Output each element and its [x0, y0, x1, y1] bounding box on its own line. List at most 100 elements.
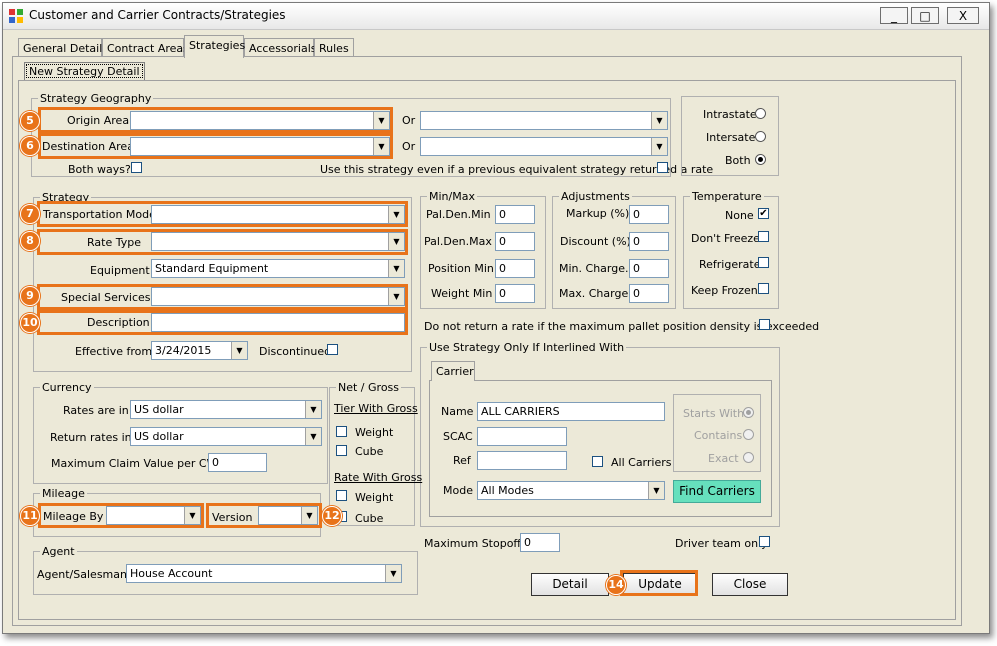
close-window-button[interactable]: X [947, 7, 979, 24]
position-min-field[interactable]: 0 [495, 259, 535, 278]
mode-combo[interactable]: All Modes ▼ [477, 481, 665, 500]
tab-carrier[interactable]: Carrier [431, 361, 475, 381]
rates-currency-combo[interactable]: US dollar ▼ [130, 400, 322, 419]
effective-from-label: Effective from [75, 345, 153, 358]
chevron-down-icon[interactable]: ▼ [651, 138, 667, 155]
temp-none-label: None [725, 209, 754, 222]
step-badge-6: 6 [20, 136, 40, 156]
chevron-down-icon[interactable]: ▼ [385, 565, 401, 582]
tab-accessorials[interactable]: Accessorials [244, 38, 317, 57]
step-badge-14: 14 [606, 575, 626, 595]
pal-den-min-field[interactable]: 0 [495, 205, 535, 224]
pal-den-max-field[interactable]: 0 [495, 232, 535, 251]
maximize-button[interactable]: □ [911, 7, 939, 24]
chevron-down-icon[interactable]: ▼ [651, 112, 667, 129]
rate-cube-label: Cube [355, 512, 384, 525]
mileage-legend: Mileage [42, 487, 85, 500]
scac-field[interactable] [477, 427, 567, 446]
step-badge-9: 9 [20, 286, 40, 306]
tab-new-strategy-detail[interactable]: New Strategy Detail [24, 62, 145, 80]
use-strategy-checkbox[interactable] [657, 162, 668, 173]
calendar-dropdown-icon[interactable]: ▼ [231, 342, 247, 359]
pal-den-min-label: Pal.Den.Min [426, 208, 491, 221]
step-badge-10: 10 [20, 313, 40, 333]
tier-weight-checkbox[interactable] [336, 426, 347, 437]
position-min-label: Position Min [428, 262, 494, 275]
highlight-origin-area [38, 107, 393, 133]
scac-label: SCAC [443, 430, 473, 443]
starts-with-radio[interactable] [743, 407, 754, 418]
discontinued-checkbox[interactable] [327, 344, 338, 355]
agent-salesman-combo[interactable]: House Account ▼ [126, 564, 402, 583]
min-charge-field[interactable]: 0 [629, 259, 669, 278]
step-badge-5: 5 [20, 111, 40, 131]
find-carriers-button[interactable]: Find Carriers [673, 480, 761, 503]
interline-legend: Use Strategy Only If Interlined With [429, 341, 625, 354]
effective-from-datepicker[interactable]: 3/24/2015 ▼ [151, 341, 248, 360]
or-label: Or [402, 114, 416, 127]
chevron-down-icon[interactable]: ▼ [648, 482, 664, 499]
max-stopoffs-field[interactable]: 0 [520, 533, 560, 552]
currency-legend: Currency [42, 381, 92, 394]
chevron-down-icon[interactable]: ▼ [305, 428, 321, 445]
or-label: Or [402, 140, 416, 153]
use-strategy-label: Use this strategy even if a previous equ… [320, 163, 714, 176]
tab-strategies[interactable]: Strategies [184, 35, 245, 58]
rate-weight-checkbox[interactable] [336, 490, 347, 501]
max-charge-field[interactable]: 0 [629, 284, 669, 303]
mode-label: Mode [443, 484, 473, 497]
temp-none-checkbox[interactable]: ✔ [758, 208, 769, 219]
intersate-label: Intersate [706, 131, 756, 144]
both-radio[interactable] [755, 154, 766, 165]
rate-weight-label: Weight [355, 491, 394, 504]
driver-team-label: Driver team only [675, 537, 768, 550]
refrigerate-label: Refrigerate [699, 258, 761, 271]
keep-frozen-checkbox[interactable] [758, 283, 769, 294]
intersate-radio[interactable] [755, 131, 766, 142]
max-stopoffs-label: Maximum Stopoffs [424, 537, 527, 550]
pallet-density-checkbox[interactable] [759, 319, 770, 330]
strategy-geography-legend: Strategy Geography [40, 92, 152, 105]
weight-min-field[interactable]: 0 [495, 284, 535, 303]
dont-freeze-label: Don't Freeze [691, 232, 760, 245]
ref-field[interactable] [477, 451, 567, 470]
highlight-special-services [37, 284, 408, 310]
refrigerate-checkbox[interactable] [758, 257, 769, 268]
detail-button[interactable]: Detail [531, 573, 609, 596]
chevron-down-icon[interactable]: ▼ [388, 260, 404, 277]
carrier-name-field[interactable]: ALL CARRIERS [477, 402, 665, 421]
min-charge-label: Min. Charge. [559, 262, 629, 275]
minimize-button[interactable]: _ [880, 7, 908, 24]
driver-team-checkbox[interactable] [759, 536, 770, 547]
tab-rules[interactable]: Rules [314, 38, 354, 57]
return-currency-combo[interactable]: US dollar ▼ [130, 427, 322, 446]
intrastate-radio[interactable] [755, 108, 766, 119]
origin-or-combo[interactable]: ▼ [420, 111, 668, 130]
equipment-combo[interactable]: Standard Equipment ▼ [151, 259, 405, 278]
keep-frozen-label: Keep Frozen [691, 284, 758, 297]
close-button[interactable]: Close [712, 573, 788, 596]
all-carriers-checkbox[interactable] [592, 456, 603, 467]
highlight-version [206, 503, 322, 528]
return-rates-label: Return rates in [50, 431, 132, 444]
max-claim-label: Maximum Claim Value per CWT [51, 457, 225, 470]
app-icon [9, 9, 23, 23]
max-claim-field[interactable]: 0 [208, 453, 267, 472]
markup-field[interactable]: 0 [629, 205, 669, 224]
tab-contract-areas[interactable]: Contract Areas [102, 38, 189, 57]
destination-or-combo[interactable]: ▼ [420, 137, 668, 156]
tier-with-gross-label: Tier With Gross [334, 402, 418, 415]
chevron-down-icon[interactable]: ▼ [305, 401, 321, 418]
tab-general-details[interactable]: General Details [18, 38, 108, 57]
tier-weight-label: Weight [355, 426, 394, 439]
exact-radio[interactable] [743, 452, 754, 463]
discount-field[interactable]: 0 [629, 232, 669, 251]
dont-freeze-checkbox[interactable] [758, 231, 769, 242]
both-ways-checkbox[interactable] [131, 162, 142, 173]
agent-salesman-label: Agent/Salesman [37, 568, 127, 581]
contains-radio[interactable] [743, 429, 754, 440]
tier-cube-checkbox[interactable] [336, 445, 347, 456]
minmax-legend: Min/Max [429, 190, 475, 203]
step-badge-8: 8 [20, 231, 40, 251]
equipment-label: Equipment [90, 264, 150, 277]
